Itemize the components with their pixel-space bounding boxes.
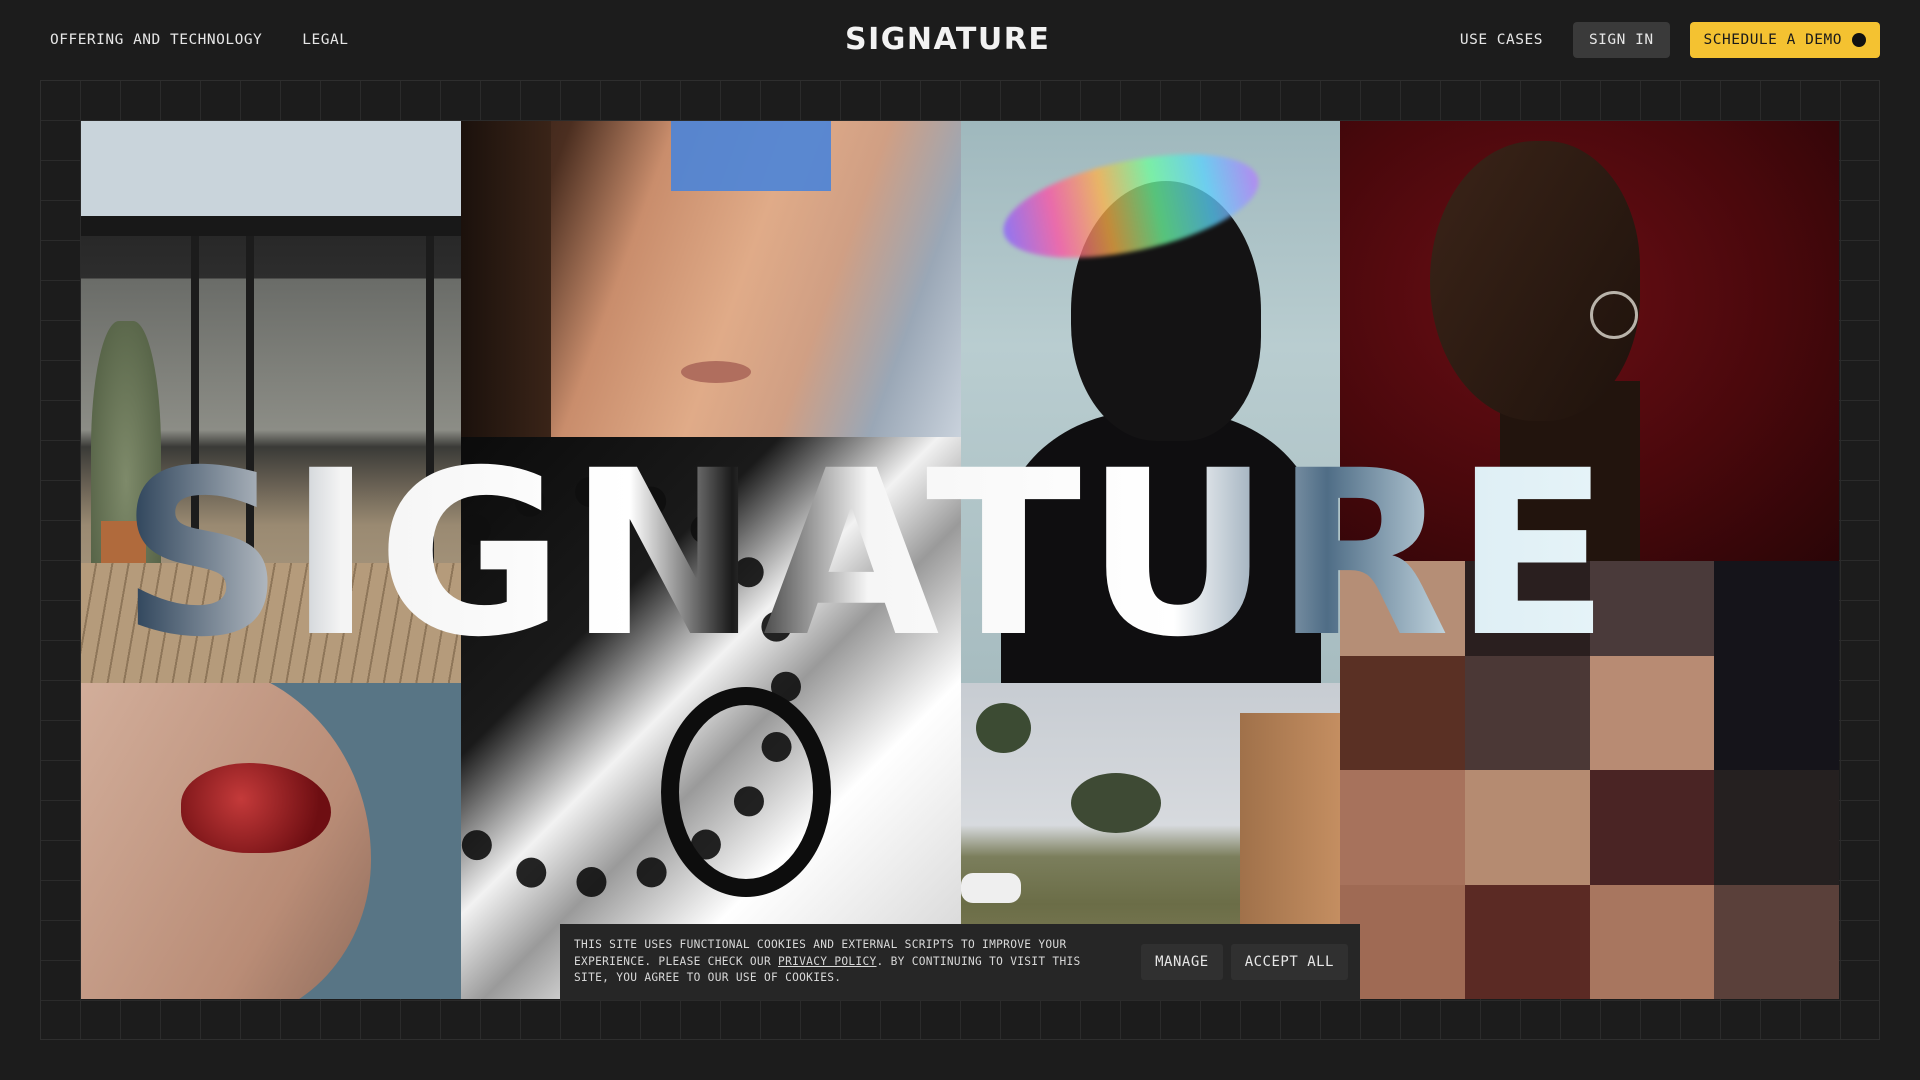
nav-use-cases[interactable]: USE CASES	[1460, 32, 1543, 48]
schedule-demo-button[interactable]: SCHEDULE A DEMO	[1689, 22, 1880, 58]
mosaic-cell	[1340, 770, 1465, 885]
mosaic-cell	[1464, 884, 1590, 999]
cookie-actions: MANAGE ACCEPT ALL	[1141, 944, 1348, 980]
dot-icon	[1852, 33, 1866, 47]
accept-all-button[interactable]: ACCEPT ALL	[1230, 944, 1348, 980]
privacy-policy-link[interactable]: PRIVACY POLICY	[778, 955, 877, 968]
lips-image	[81, 683, 461, 999]
mosaic-cell	[1589, 770, 1715, 885]
sign-in-button[interactable]: SIGN IN	[1572, 22, 1670, 58]
mosaic-cell	[1714, 884, 1839, 999]
hero-wordmark: SIGNATURE	[120, 440, 1820, 668]
manage-cookies-button[interactable]: MANAGE	[1141, 944, 1223, 980]
nav-offering-technology[interactable]: OFFERING AND TECHNOLOGY	[50, 32, 262, 48]
mosaic-cell	[1714, 656, 1839, 771]
primary-nav: OFFERING AND TECHNOLOGY LEGAL	[50, 32, 348, 48]
face-portrait-image	[461, 121, 961, 437]
mosaic-cell	[1589, 884, 1715, 999]
mosaic-cell	[1714, 770, 1839, 885]
cookie-text: THIS SITE USES FUNCTIONAL COOKIES AND EX…	[574, 937, 1114, 987]
nav-legal[interactable]: LEGAL	[302, 32, 348, 48]
mosaic-cell	[1464, 770, 1590, 885]
schedule-demo-label: SCHEDULE A DEMO	[1703, 32, 1842, 48]
secondary-nav: USE CASES SIGN IN SCHEDULE A DEMO	[1460, 22, 1880, 58]
site-logo[interactable]: SIGNATURE	[845, 22, 1050, 57]
cookie-banner: THIS SITE USES FUNCTIONAL COOKIES AND EX…	[560, 924, 1360, 1000]
